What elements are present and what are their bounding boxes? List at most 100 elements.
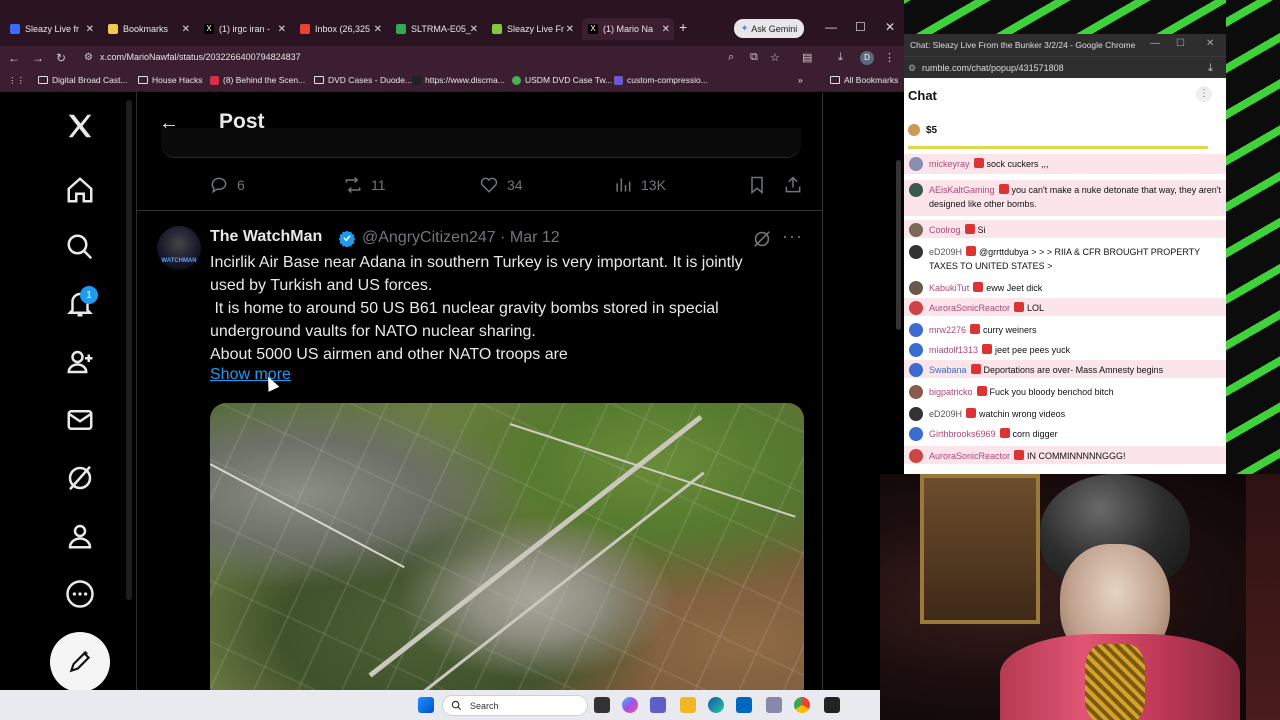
- close-window-icon[interactable]: ✕: [885, 20, 895, 34]
- chat-username[interactable]: Girthbrooks6969: [929, 429, 996, 439]
- search-icon[interactable]: [58, 225, 102, 269]
- chat-username[interactable]: eD209H: [929, 409, 962, 419]
- all-bookmarks[interactable]: All Bookmarks: [830, 75, 898, 85]
- chat-message[interactable]: eD209H @grrttdubya > > > RIIA & CFR BROUG…: [904, 242, 1226, 274]
- bookmark-1[interactable]: House Hacks: [138, 75, 203, 85]
- column-scrollbar[interactable]: [896, 160, 901, 330]
- bookmark-4[interactable]: https://www.discma...: [412, 75, 505, 85]
- author-avatar[interactable]: WATCHMAN: [157, 226, 201, 270]
- post-image-satellite-map[interactable]: [210, 403, 804, 690]
- tab-1[interactable]: Bookmarks ✕: [102, 18, 194, 40]
- close-icon[interactable]: ✕: [662, 24, 670, 35]
- tab-4[interactable]: SLTRMA-E05_ ✕: [390, 18, 482, 40]
- zoom-icon[interactable]: ⌕: [728, 51, 734, 64]
- minimize-icon[interactable]: —: [1150, 38, 1160, 49]
- maximize-icon[interactable]: ☐: [855, 20, 866, 34]
- chat-message[interactable]: eD209H watchin wrong videos: [904, 404, 1226, 422]
- download-icon[interactable]: ⤓: [1208, 62, 1213, 75]
- reply-button[interactable]: 6: [209, 175, 245, 195]
- chat-message[interactable]: Girthbrooks6969 corn digger: [904, 424, 1226, 442]
- chat-username[interactable]: KabukiTut: [929, 283, 969, 293]
- apps-icon[interactable]: ⋮⋮: [8, 75, 25, 86]
- sidepanel-icon[interactable]: ▤: [802, 51, 812, 64]
- chat-username[interactable]: miadolf1313: [929, 345, 978, 355]
- bookmark-2[interactable]: (8) Behind the Scen...: [210, 75, 305, 85]
- home-icon[interactable]: [58, 168, 102, 212]
- show-more-link[interactable]: Show more: [210, 366, 291, 384]
- chat-username[interactable]: bigpatricko: [929, 387, 973, 397]
- teams-icon[interactable]: [650, 697, 666, 713]
- menu-dots-icon[interactable]: ⋮: [884, 51, 895, 64]
- close-icon[interactable]: ✕: [278, 24, 286, 35]
- site-info-icon[interactable]: ⚙: [908, 63, 916, 74]
- terminal-icon[interactable]: [824, 697, 840, 713]
- store-icon[interactable]: [736, 697, 752, 713]
- profile-avatar[interactable]: D: [860, 51, 874, 65]
- chat-message[interactable]: miadolf1313 jeet pee pees yuck: [904, 340, 1226, 358]
- grok-explain-icon[interactable]: [751, 228, 773, 250]
- tab-6-active[interactable]: X (1) Mario Na ✕: [582, 18, 674, 40]
- app-icon[interactable]: [766, 697, 782, 713]
- bookmark-6[interactable]: custom-compressio...: [614, 75, 708, 85]
- tab-0[interactable]: Sleazy Live fr ✕: [4, 18, 98, 40]
- compose-post-button[interactable]: [50, 632, 110, 692]
- more-options-icon[interactable]: ···: [782, 226, 803, 247]
- close-icon[interactable]: ✕: [182, 24, 190, 35]
- tab-2[interactable]: X (1) irgc iran - ✕: [198, 18, 290, 40]
- profile-icon[interactable]: [58, 514, 102, 558]
- chrome-icon[interactable]: [794, 697, 810, 713]
- views-button[interactable]: 13K: [613, 175, 666, 195]
- back-arrow-icon[interactable]: ←: [159, 112, 179, 135]
- chat-message[interactable]: KabukiTut eww Jeet dick: [904, 278, 1226, 296]
- grok-icon[interactable]: [58, 456, 102, 500]
- chat-username[interactable]: AEisKaltGaming: [929, 185, 995, 195]
- copilot-icon[interactable]: [622, 697, 638, 713]
- chat-username[interactable]: AuroraSonicReactor: [929, 451, 1010, 461]
- close-window-icon[interactable]: ✕: [1206, 38, 1214, 49]
- messages-icon[interactable]: [58, 398, 102, 442]
- x-logo-icon[interactable]: [58, 104, 102, 148]
- url-text[interactable]: x.com/MarioNawfal/status/203226640079482…: [100, 52, 301, 62]
- chat-menu-icon[interactable]: ⋮: [1196, 86, 1212, 102]
- chat-username[interactable]: mickeyray: [929, 159, 970, 169]
- minimize-icon[interactable]: —: [825, 20, 837, 34]
- chat-username[interactable]: Coolrog: [929, 225, 961, 235]
- chat-message[interactable]: mrw2276 curry weiners: [904, 320, 1226, 338]
- close-icon[interactable]: ✕: [374, 24, 382, 35]
- chat-username[interactable]: Swabana: [929, 365, 967, 375]
- chat-message[interactable]: bigpatricko Fuck you bloody benchod bitch: [904, 382, 1226, 400]
- follow-icon[interactable]: [58, 340, 102, 384]
- chat-url-text[interactable]: rumble.com/chat/popup/431571808: [922, 63, 1064, 73]
- chat-message[interactable]: Swabana Deportations are over- Mass Amnes…: [904, 360, 1226, 378]
- bookmark-button[interactable]: [747, 175, 775, 195]
- close-icon[interactable]: ✕: [566, 24, 574, 35]
- star-icon[interactable]: ☆: [770, 51, 780, 64]
- chat-message[interactable]: Coolrog Si: [904, 220, 1226, 238]
- forward-icon[interactable]: →: [32, 51, 44, 65]
- file-explorer-icon[interactable]: [680, 697, 696, 713]
- tab-5[interactable]: Sleazy Live Fr ✕: [486, 18, 578, 40]
- reload-icon[interactable]: ↻: [56, 51, 66, 65]
- repost-button[interactable]: 11: [343, 175, 386, 195]
- bookmark-0[interactable]: Digital Broad Cast...: [38, 75, 128, 85]
- new-tab-icon[interactable]: +: [679, 19, 687, 35]
- chat-username[interactable]: AuroraSonicReactor: [929, 303, 1010, 313]
- donation-pinned[interactable]: $5: [908, 124, 937, 136]
- close-icon[interactable]: ✕: [470, 24, 478, 35]
- windows-start-icon[interactable]: [418, 697, 434, 713]
- edge-icon[interactable]: [708, 697, 724, 713]
- download-icon[interactable]: ⤓: [838, 51, 843, 64]
- share-button[interactable]: [783, 175, 811, 195]
- bookmark-3[interactable]: DVD Cases - Duode...: [314, 75, 412, 85]
- chat-message[interactable]: mickeyray sock cuckers ,,,: [904, 154, 1226, 174]
- taskbar-search[interactable]: Search: [442, 695, 588, 716]
- tab-3[interactable]: Inbox (26,325 ✕: [294, 18, 386, 40]
- close-icon[interactable]: ✕: [86, 24, 94, 35]
- author-handle-date[interactable]: @AngryCitizen247 · Mar 12: [362, 229, 560, 247]
- task-view-icon[interactable]: [594, 697, 610, 713]
- site-info-icon[interactable]: ⚙: [84, 52, 93, 63]
- chevron-right-icon[interactable]: »: [798, 75, 803, 85]
- author-name[interactable]: The WatchMan: [210, 228, 322, 246]
- chat-username[interactable]: eD209H: [929, 247, 962, 257]
- chat-message[interactable]: AuroraSonicReactor LOL: [904, 298, 1226, 316]
